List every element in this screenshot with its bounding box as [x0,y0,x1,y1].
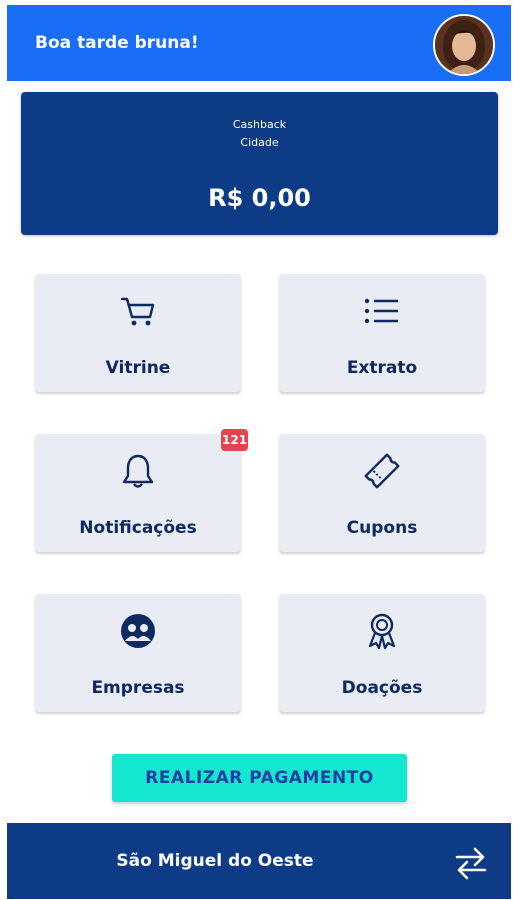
tile-label: Vitrine [105,358,171,378]
people-group-icon [121,614,155,648]
tile-label: Empresas [91,678,185,698]
tile-empresas[interactable]: Empresas [35,594,241,712]
cashback-label: Cashback [232,118,287,131]
app-header: Boa tarde bruna! [7,5,511,81]
list-icon [364,298,398,324]
avatar-photo [435,16,493,74]
tile-cupons[interactable]: Cupons [279,434,485,552]
tile-vitrine[interactable]: Vitrine [35,274,241,392]
tile-extrato[interactable]: Extrato [279,274,485,392]
tile-label: Cupons [346,518,418,538]
award-ribbon-icon [368,613,396,650]
tile-label: Notificações [79,518,197,538]
user-avatar[interactable] [433,14,495,76]
cashback-amount: R$ 0,00 [208,184,311,212]
tile-label: Extrato [346,358,418,378]
bell-icon [122,454,154,488]
swap-arrows-icon[interactable] [451,843,491,883]
tile-label: Doações [341,678,423,698]
cashback-city-label: Cidade [240,136,279,149]
notification-count-badge: 121 [221,429,248,451]
shopping-cart-icon [120,297,155,326]
tile-doacoes[interactable]: Doações [279,594,485,712]
ticket-icon [364,453,400,489]
make-payment-button[interactable]: REALIZAR PAGAMENTO [112,754,407,802]
app-screen: Boa tarde bruna! Cashback Cidade R$ 0,00… [7,5,511,899]
cashback-card[interactable]: Cashback Cidade R$ 0,00 [21,92,498,235]
city-footer: São Miguel do Oeste [7,823,511,899]
greeting-text: Boa tarde bruna! [35,33,199,53]
city-name: São Miguel do Oeste [116,851,314,871]
tile-notificacoes[interactable]: Notificações [35,434,241,552]
